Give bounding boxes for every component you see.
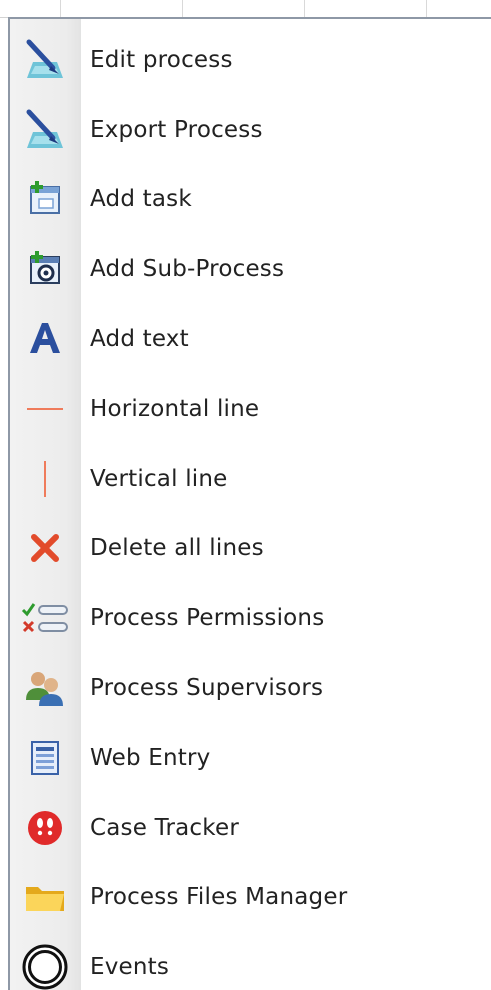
folder-icon (10, 863, 80, 933)
menu-item-label: Process Supervisors (90, 675, 324, 702)
menu-list: Edit process Export Process Add task Add… (10, 25, 491, 990)
menu-item-label: Delete all lines (90, 535, 264, 562)
menu-item-vertical-line[interactable]: Vertical line (10, 444, 491, 514)
case-tracker-icon (10, 793, 80, 863)
add-task-icon (10, 165, 80, 235)
menu-item-events[interactable]: Events (10, 932, 491, 990)
menu-item-case-tracker[interactable]: Case Tracker (10, 793, 491, 863)
menu-item-label: Add Sub-Process (90, 256, 285, 283)
menu-item-label: Edit process (90, 46, 233, 73)
events-icon (10, 932, 80, 990)
menu-item-delete-all-lines[interactable]: Delete all lines (10, 514, 491, 584)
menu-item-label: Case Tracker (90, 814, 239, 841)
menu-item-label: Web Entry (90, 744, 211, 771)
menu-item-process-supervisors[interactable]: Process Supervisors (10, 653, 491, 723)
menu-item-export-process[interactable]: Export Process (10, 95, 491, 165)
menu-item-add-text[interactable]: Add text (10, 304, 491, 374)
menu-item-label: Add text (90, 326, 189, 353)
background-toolbar-strip (0, 0, 491, 18)
web-entry-icon (10, 723, 80, 793)
export-process-icon (10, 95, 80, 165)
menu-item-label: Add task (90, 186, 192, 213)
horizontal-line-icon (10, 374, 80, 444)
add-subprocess-icon (10, 234, 80, 304)
menu-item-label: Horizontal line (90, 395, 260, 422)
edit-process-icon (10, 25, 80, 95)
menu-item-web-entry[interactable]: Web Entry (10, 723, 491, 793)
delete-lines-icon (10, 514, 80, 584)
menu-item-add-task[interactable]: Add task (10, 165, 491, 235)
menu-item-label: Process Files Manager (90, 884, 348, 911)
context-menu-screenshot: Edit process Export Process Add task Add… (0, 0, 491, 990)
menu-item-label: Export Process (90, 116, 263, 143)
permissions-icon (10, 583, 80, 653)
vertical-line-icon (10, 444, 80, 514)
menu-item-label: Events (90, 954, 170, 981)
supervisors-icon (10, 653, 80, 723)
context-menu: Edit process Export Process Add task Add… (8, 17, 491, 990)
menu-item-add-subprocess[interactable]: Add Sub-Process (10, 234, 491, 304)
menu-item-horizontal-line[interactable]: Horizontal line (10, 374, 491, 444)
menu-item-process-permissions[interactable]: Process Permissions (10, 583, 491, 653)
menu-item-edit-process[interactable]: Edit process (10, 25, 491, 95)
menu-item-label: Process Permissions (90, 605, 325, 632)
menu-item-process-files-manager[interactable]: Process Files Manager (10, 863, 491, 933)
add-text-icon (10, 304, 80, 374)
menu-item-label: Vertical line (90, 465, 228, 492)
